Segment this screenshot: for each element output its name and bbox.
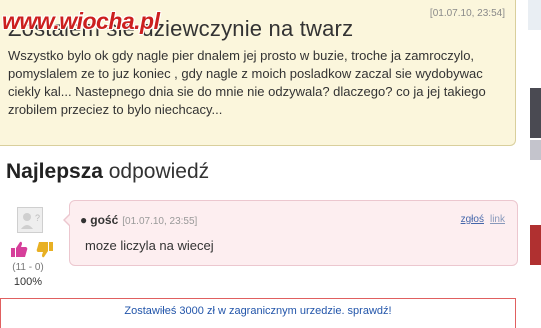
best-answer-heading-bold: Najlepsza — [6, 160, 103, 183]
best-answer-heading: Najlepsza odpowiedź — [6, 160, 209, 184]
vote-percent: 100% — [13, 276, 43, 288]
answer-author: gość — [90, 213, 119, 227]
speech-arrow-inner — [65, 214, 71, 226]
thumb-up-icon[interactable] — [11, 241, 28, 257]
sidebar-edge-ad[interactable] — [530, 225, 541, 265]
avatar-placeholder-icon: ? — [18, 208, 42, 232]
promo-banner-link[interactable]: Zostawiłeś 3000 zł w zagranicznym urzedz… — [124, 305, 391, 317]
vote-buttons — [9, 240, 55, 260]
permalink-link[interactable]: link — [490, 214, 505, 225]
right-sidebar-edge — [528, 0, 541, 300]
thumb-down-icon[interactable] — [36, 242, 53, 258]
question-body: Wszystko bylo ok gdy nagle pier dnalem j… — [8, 48, 486, 117]
sidebar-edge-image[interactable] — [530, 88, 541, 138]
answer-text: moze liczyla na wiecej — [85, 238, 214, 253]
best-answer-heading-rest: odpowiedź — [102, 160, 210, 183]
site-watermark-logo: www.wiocha.pl — [2, 8, 160, 34]
best-answer-box: ● gość [01.07.10, 23:55] zgłoś link moze li… — [63, 200, 518, 266]
report-link[interactable]: zgłoś — [461, 214, 484, 225]
vote-counts: (11 - 0) — [12, 262, 44, 273]
sidebar-edge-panel — [528, 0, 541, 30]
answer-date: [01.07.10, 23:55] — [122, 216, 198, 227]
answer-actions: zgłoś link — [455, 214, 505, 225]
promo-banner: Zostawiłeś 3000 zł w zagranicznym urzedz… — [0, 298, 516, 328]
sidebar-edge-image-2[interactable] — [530, 140, 541, 160]
svg-text:?: ? — [35, 213, 40, 223]
question-date: [01.07.10, 23:54] — [429, 8, 505, 19]
bullet-icon: ● — [80, 213, 88, 227]
answer-header: ● gość [01.07.10, 23:55] — [80, 213, 197, 227]
avatar: ? — [17, 207, 43, 233]
